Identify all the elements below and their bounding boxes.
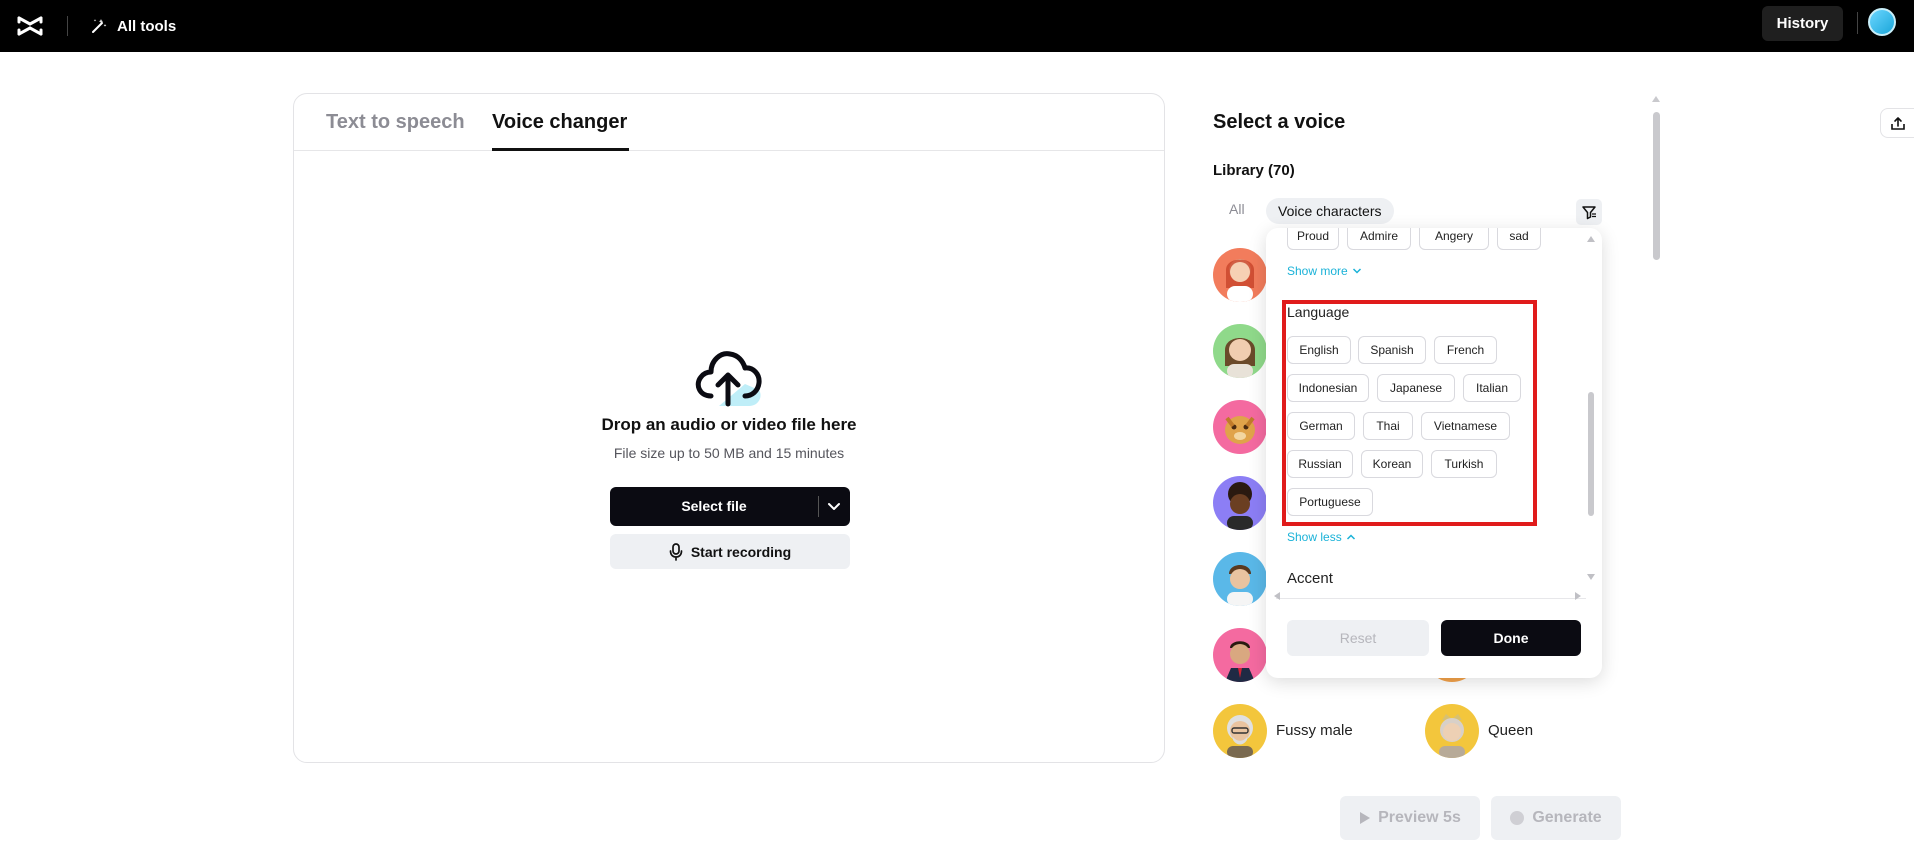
topbar-divider xyxy=(67,16,68,36)
start-recording-button[interactable]: Start recording xyxy=(610,534,850,569)
select-file-button[interactable]: Select file xyxy=(610,487,850,526)
capcut-logo-icon[interactable] xyxy=(16,12,44,40)
preview-button[interactable]: Preview 5s xyxy=(1340,796,1480,840)
voice-avatar-fussy-male[interactable] xyxy=(1213,704,1267,758)
filter-icon xyxy=(1582,206,1596,220)
select-file-label: Select file xyxy=(681,498,747,514)
voice-changer-card: Text to speech Voice changer Drop an aud… xyxy=(293,93,1165,763)
library-count: Library (70) xyxy=(1213,162,1295,179)
drop-file-title: Drop an audio or video file here xyxy=(601,415,857,434)
show-less-link[interactable]: Show less xyxy=(1287,530,1356,544)
generate-icon xyxy=(1510,811,1525,825)
voice-avatar-queen[interactable] xyxy=(1425,704,1479,758)
active-tab-indicator xyxy=(492,148,629,151)
show-more-label: Show more xyxy=(1287,264,1348,278)
popover-scroll-right-arrow[interactable] xyxy=(1575,592,1581,600)
history-button[interactable]: History xyxy=(1762,6,1843,41)
popover-scroll-left-arrow[interactable] xyxy=(1274,592,1280,600)
upload-tray-icon xyxy=(1890,117,1905,130)
microphone-icon xyxy=(669,542,683,561)
magic-wand-icon xyxy=(92,19,107,33)
chevron-up-icon xyxy=(1346,534,1355,540)
cloud-upload-icon xyxy=(695,351,762,407)
chip-all[interactable]: All xyxy=(1229,201,1245,217)
voice-avatar-3[interactable] xyxy=(1213,400,1267,454)
voice-avatar-4[interactable] xyxy=(1213,476,1267,530)
popover-scroll-up-arrow[interactable] xyxy=(1587,236,1595,242)
preview-label: Preview 5s xyxy=(1378,809,1461,826)
tab-text-to-speech[interactable]: Text to speech xyxy=(326,111,465,134)
voice-avatar-6[interactable] xyxy=(1213,628,1267,682)
voice-avatar-5[interactable] xyxy=(1213,552,1267,606)
tab-voice-changer[interactable]: Voice changer xyxy=(492,111,627,134)
show-less-label: Show less xyxy=(1287,530,1342,544)
chip-voice-characters[interactable]: Voice characters xyxy=(1266,198,1394,224)
topbar-divider-right xyxy=(1857,12,1858,34)
all-tools-label: All tools xyxy=(117,17,177,35)
tab-bar: Text to speech Voice changer xyxy=(294,94,1164,151)
play-icon xyxy=(1360,812,1371,824)
voice-name-fussy-male[interactable]: Fussy male xyxy=(1276,722,1353,739)
top-bar: All tools History xyxy=(0,0,1914,52)
voice-avatar-2[interactable] xyxy=(1213,324,1267,378)
select-voice-title: Select a voice xyxy=(1213,111,1346,133)
panel-scrollbar-thumb[interactable] xyxy=(1653,112,1660,260)
accent-section-title: Accent xyxy=(1287,570,1333,587)
popover-scrollbar-thumb[interactable] xyxy=(1588,392,1594,516)
popover-scroll-down-arrow[interactable] xyxy=(1587,574,1595,580)
all-tools-button[interactable]: All tools xyxy=(90,14,176,38)
chip-emotion-proud[interactable]: Proud xyxy=(1287,228,1339,250)
filter-button[interactable] xyxy=(1576,199,1602,225)
chip-emotion-sad[interactable]: sad xyxy=(1497,228,1541,250)
language-highlight-box xyxy=(1282,300,1537,526)
generate-label: Generate xyxy=(1532,809,1602,826)
show-more-link[interactable]: Show more xyxy=(1287,264,1362,278)
select-file-divider xyxy=(818,496,819,517)
voice-name-queen[interactable]: Queen xyxy=(1488,722,1533,739)
filter-popover: Proud Admire Angery sad Show more Langua… xyxy=(1266,228,1602,678)
drop-file-subtitle: File size up to 50 MB and 15 minutes xyxy=(613,445,845,461)
chip-emotion-admire[interactable]: Admire xyxy=(1347,228,1411,250)
voice-avatar-1[interactable] xyxy=(1213,248,1267,302)
chevron-down-icon[interactable] xyxy=(825,499,843,515)
user-avatar[interactable] xyxy=(1868,8,1896,36)
start-recording-label: Start recording xyxy=(690,543,792,560)
generate-button[interactable]: Generate xyxy=(1491,796,1621,840)
chip-emotion-angery[interactable]: Angery xyxy=(1419,228,1489,250)
export-side-button[interactable] xyxy=(1880,108,1914,138)
reset-button[interactable]: Reset xyxy=(1287,620,1429,656)
popover-horizontal-scrollbar[interactable] xyxy=(1276,598,1586,599)
panel-scroll-up-arrow[interactable] xyxy=(1652,96,1660,102)
done-button[interactable]: Done xyxy=(1441,620,1581,656)
chevron-down-icon xyxy=(1352,268,1361,274)
